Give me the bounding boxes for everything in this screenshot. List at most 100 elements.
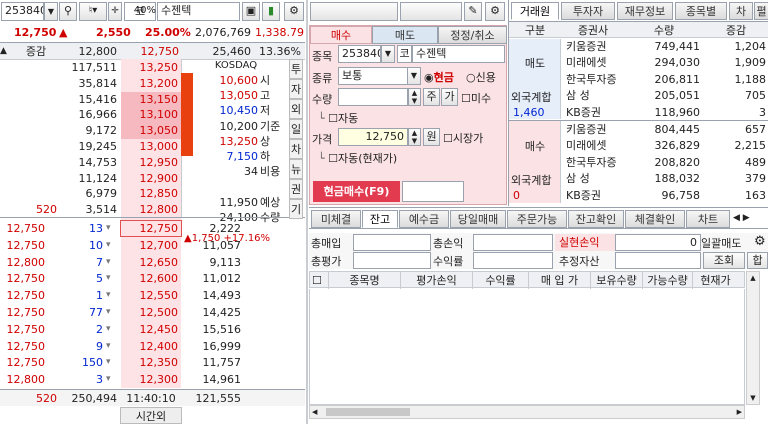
ask-price[interactable]: 12,900 bbox=[121, 171, 181, 187]
auto-current-checkbox[interactable]: └ ☐자동(현재가) bbox=[318, 150, 397, 166]
broker-row[interactable]: 한국투자증 208,820 489 bbox=[561, 155, 768, 171]
bid-row[interactable]: 12,750 77 ▾ 12,500 14,425 bbox=[0, 304, 305, 321]
broker-row[interactable]: 미래에셋 326,829 2,215 bbox=[561, 138, 768, 154]
cash-radio[interactable]: ◉현금 bbox=[424, 69, 454, 85]
ga-button[interactable]: 가 bbox=[441, 88, 458, 106]
bid-row[interactable]: 12,750 1 ▾ 12,550 14,493 bbox=[0, 287, 305, 304]
submit-extra-field[interactable] bbox=[402, 181, 464, 202]
tab-account-6[interactable]: 체결확인 bbox=[625, 210, 685, 228]
tab-account-5[interactable]: 잔고확인 bbox=[568, 210, 624, 228]
order-toolbar-field[interactable] bbox=[310, 2, 398, 21]
bid-row[interactable]: 12,800 3 ▾ 12,300 14,961 bbox=[0, 371, 305, 388]
holdings-col-header[interactable]: 종목명 bbox=[328, 272, 400, 289]
price-spinner[interactable]: ▲ ▼ bbox=[408, 128, 421, 146]
tab-account-0[interactable]: 미체결 bbox=[311, 210, 361, 228]
bid-price[interactable]: 12,500 bbox=[121, 304, 181, 321]
layout-button[interactable]: ▮ bbox=[262, 2, 280, 21]
qty-spinner[interactable]: ▲ ▼ bbox=[408, 88, 421, 106]
stock-code-input[interactable]: 253840 bbox=[1, 2, 44, 21]
broker-row[interactable]: 미래에셋 294,030 1,909 bbox=[561, 55, 768, 71]
tab-account-7[interactable]: 차트 bbox=[686, 210, 730, 228]
order-type-select[interactable]: 보통 bbox=[338, 67, 408, 85]
misu-checkbox[interactable]: ☐미수 bbox=[461, 90, 491, 106]
holdings-col-header[interactable]: 수익률 bbox=[472, 272, 528, 289]
code-dropdown-button[interactable]: ▼ bbox=[44, 2, 58, 21]
holdings-col-header[interactable]: 평가손익 bbox=[400, 272, 472, 289]
tab-by-stock[interactable]: 종목별 bbox=[675, 2, 727, 20]
tab-chart[interactable]: 차 bbox=[729, 2, 753, 20]
bid-price[interactable]: 12,550 bbox=[121, 287, 181, 304]
side-tab[interactable]: 기 bbox=[289, 199, 303, 219]
price-input[interactable]: 12,750 bbox=[338, 128, 408, 146]
bid-row[interactable]: 12,750 13 ▾ 12,750 2,222 bbox=[0, 220, 305, 237]
holdings-col-header[interactable]: 현재가 bbox=[692, 272, 738, 289]
order-toolbar-field-2[interactable] bbox=[400, 2, 462, 21]
tab-expand[interactable]: 펼 bbox=[754, 2, 768, 20]
tab-sell[interactable]: 매도 bbox=[372, 26, 438, 44]
select-all-checkbox[interactable]: ☐ bbox=[312, 272, 326, 289]
credit-radio[interactable]: ○신용 bbox=[466, 69, 496, 85]
broker-row[interactable]: KB증권 118,960 3 bbox=[561, 105, 768, 121]
side-tab[interactable]: 투 bbox=[289, 59, 303, 79]
vertical-scrollbar[interactable]: ▲ ▼ bbox=[746, 271, 760, 405]
holdings-col-header[interactable]: 가능수량 bbox=[642, 272, 692, 289]
sum-button[interactable]: 합 bbox=[747, 252, 768, 269]
tab-account-1[interactable]: 잔고 bbox=[362, 210, 398, 228]
query-button[interactable]: 조회 bbox=[703, 252, 745, 269]
ask-price[interactable]: 12,850 bbox=[121, 186, 181, 202]
ask-row[interactable]: 15,416 13,150 bbox=[0, 91, 182, 108]
bid-row[interactable]: 12,750 10 ▾ 12,700 11,057 bbox=[0, 237, 305, 254]
bid-row[interactable]: 12,750 2 ▾ 12,450 15,516 bbox=[0, 321, 305, 338]
ask-price[interactable]: 12,950 bbox=[121, 155, 181, 171]
ask-price[interactable]: 13,150 bbox=[121, 91, 181, 108]
side-tab[interactable]: 일 bbox=[289, 119, 303, 139]
ask-price[interactable]: 13,100 bbox=[121, 107, 181, 124]
broker-row[interactable]: 삼 성 205,051 705 bbox=[561, 88, 768, 104]
holdings-col-header[interactable]: 매 입 가 bbox=[528, 272, 590, 289]
settings-button[interactable]: ⚙ bbox=[284, 2, 304, 21]
ask-price[interactable]: 13,200 bbox=[121, 76, 181, 92]
tab-scroll-arrows[interactable]: ◀ ▶ bbox=[733, 213, 750, 223]
bid-row[interactable]: 12,800 7 ▾ 12,650 9,113 bbox=[0, 254, 305, 271]
bid-price[interactable]: 12,350 bbox=[121, 354, 181, 371]
ask-price[interactable]: 12,800 bbox=[121, 202, 181, 218]
window-split-button[interactable]: ▣ bbox=[242, 2, 260, 21]
tab-financial[interactable]: 재무정보 bbox=[617, 2, 673, 20]
tab-investor[interactable]: 투자자 bbox=[561, 2, 615, 20]
ask-row[interactable]: 19,245 13,000 bbox=[0, 139, 182, 155]
bid-price[interactable]: 12,750 bbox=[121, 220, 181, 237]
order-code-input[interactable]: 253840 bbox=[338, 45, 381, 63]
tab-account-4[interactable]: 주문가능 bbox=[507, 210, 567, 228]
ask-row[interactable]: 520 3,514 12,800 bbox=[0, 202, 182, 218]
ask-row[interactable]: 11,124 12,900 bbox=[0, 171, 182, 187]
ask-row[interactable]: 16,966 13,100 bbox=[0, 107, 182, 124]
account-gear-icon[interactable]: ⚙ bbox=[754, 234, 766, 249]
side-tab[interactable]: 뉴 bbox=[289, 159, 303, 179]
bid-price[interactable]: 12,300 bbox=[121, 371, 181, 388]
order-settings-button[interactable]: ⚙ bbox=[485, 2, 505, 21]
broker-row[interactable]: 한국투자증 206,811 1,188 bbox=[561, 72, 768, 88]
sell-all-label[interactable]: 일괄매도 bbox=[701, 235, 741, 252]
ask-row[interactable]: 35,814 13,200 bbox=[0, 76, 182, 92]
bid-price[interactable]: 12,700 bbox=[121, 237, 181, 254]
market-price-checkbox[interactable]: ☐시장가 bbox=[443, 130, 483, 146]
bid-price[interactable]: 12,400 bbox=[121, 338, 181, 355]
bid-price[interactable]: 12,450 bbox=[121, 321, 181, 338]
broker-row[interactable]: KB증권 96,758 163 bbox=[561, 188, 768, 204]
type-dropdown[interactable]: ▼ bbox=[407, 67, 421, 85]
bid-price[interactable]: 12,600 bbox=[121, 270, 181, 287]
qty-input[interactable] bbox=[338, 88, 408, 106]
bid-price[interactable]: 12,650 bbox=[121, 254, 181, 271]
bid-row[interactable]: 12,750 5 ▾ 12,600 11,012 bbox=[0, 270, 305, 287]
search-button[interactable]: ⚲ bbox=[59, 2, 77, 21]
tab-buy[interactable]: 매수 bbox=[310, 26, 372, 44]
cash-buy-button[interactable]: 현금매수(F9) bbox=[313, 181, 400, 202]
bid-row[interactable]: 12,750 9 ▾ 12,400 16,999 bbox=[0, 338, 305, 355]
order-code-dropdown[interactable]: ▼ bbox=[381, 45, 395, 63]
ask-price[interactable]: 13,000 bbox=[121, 139, 181, 155]
sound-button[interactable]: ♮▾ bbox=[79, 2, 107, 21]
bid-row[interactable]: 12,750 150 ▾ 12,350 11,757 bbox=[0, 354, 305, 371]
side-tab[interactable]: 차 bbox=[289, 139, 303, 159]
ju-button[interactable]: 주 bbox=[423, 88, 440, 106]
ask-row[interactable]: 9,172 13,050 bbox=[0, 123, 182, 140]
